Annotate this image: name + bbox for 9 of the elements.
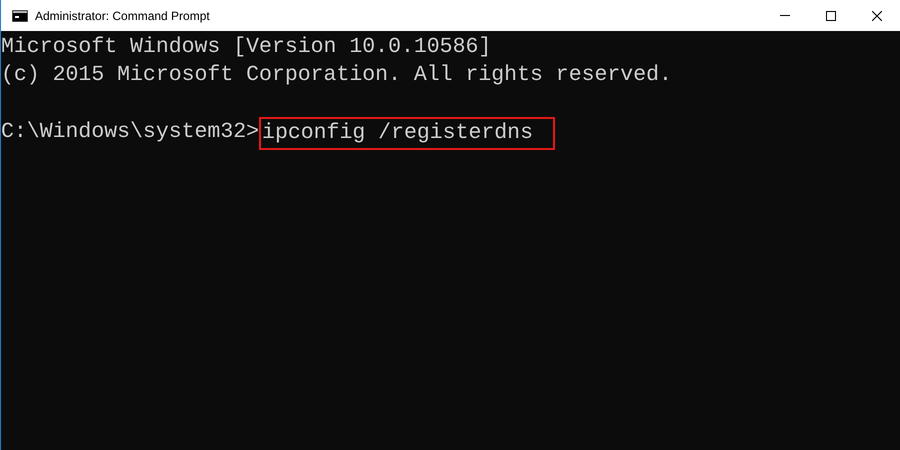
minimize-icon [780,15,790,16]
maximize-icon [826,10,836,20]
typed-command: ipconfig /registerdns [259,116,555,150]
command-prompt: C:\Windows\system32> [1,119,260,146]
window-title: Administrator: Command Prompt [35,8,210,24]
console-output-line: Microsoft Windows [Version 10.0.10586] [1,35,492,59]
console-icon [12,10,28,22]
console-output-line: (c) 2015 Microsoft Corporation. All rights reserved. [1,62,672,86]
close-icon [872,10,882,20]
